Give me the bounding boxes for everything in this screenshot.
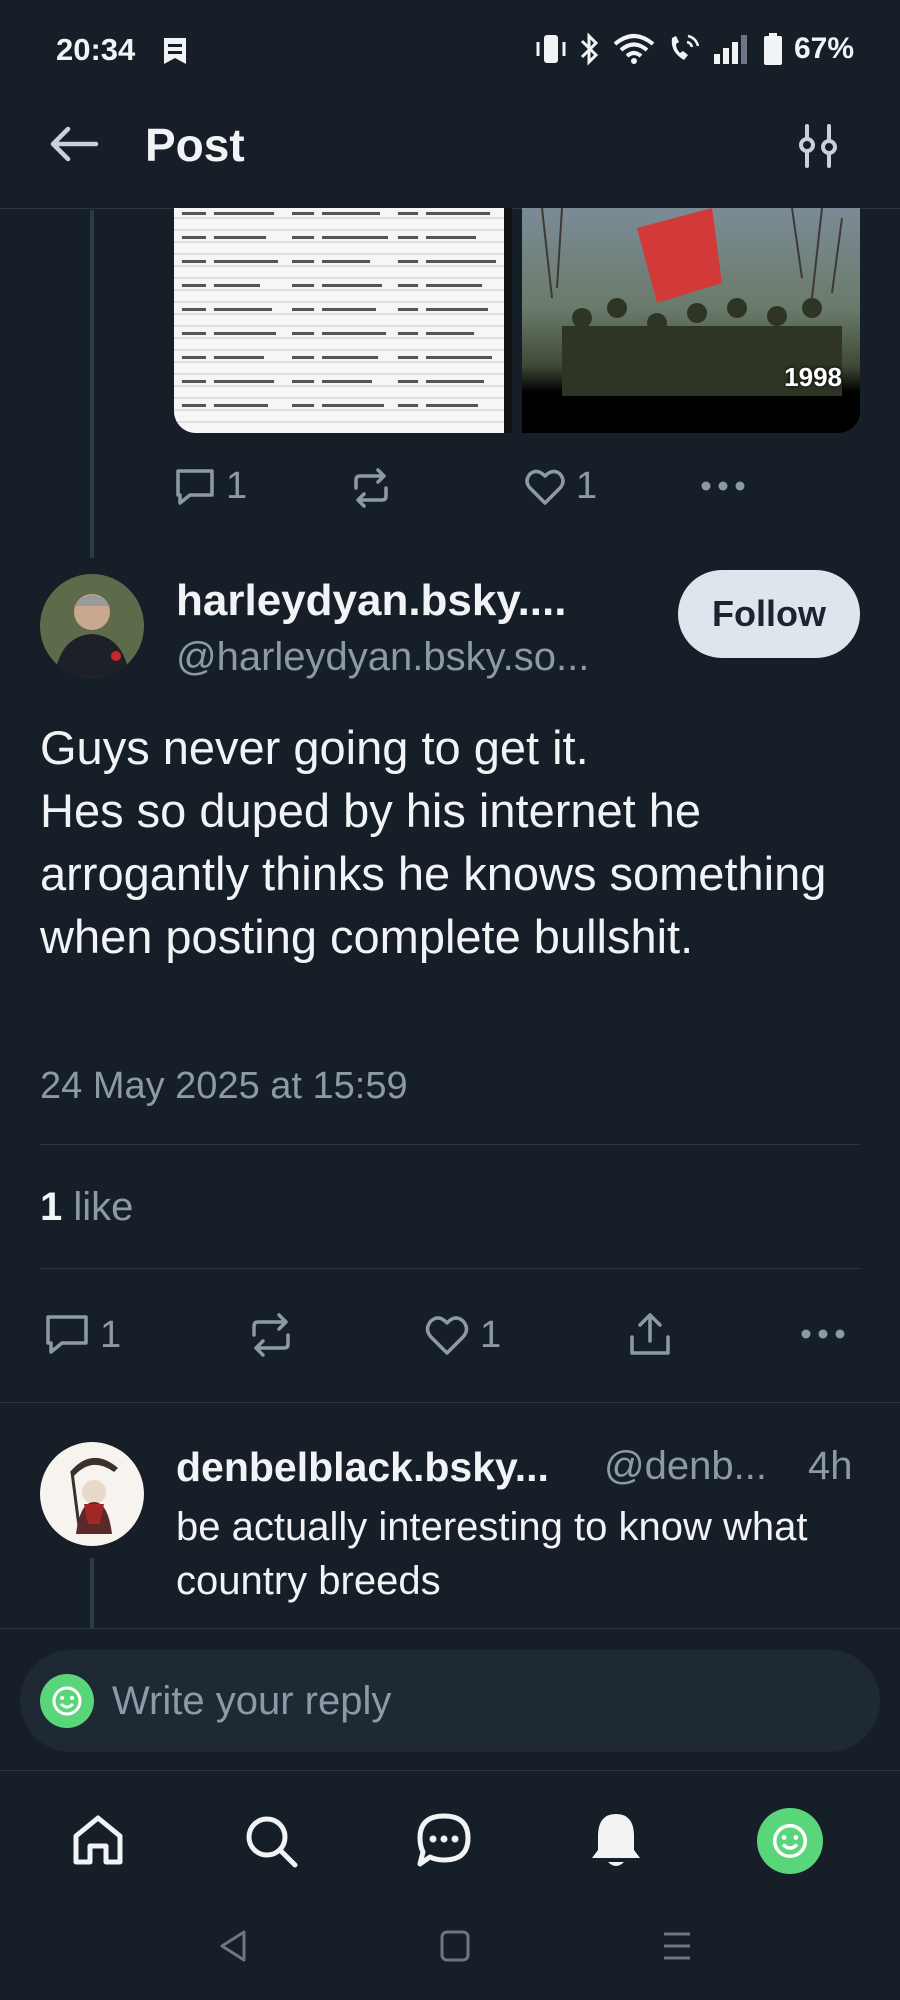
page-title: Post [145,119,245,171]
repost-icon[interactable] [350,468,392,508]
user-avatar-icon [40,1674,94,1728]
author-avatar[interactable] [40,574,144,678]
battery-percent: 67% [793,32,854,65]
sliders-icon[interactable] [796,122,840,170]
bluetooth-icon [580,32,599,66]
notification-icon [164,38,186,64]
like-count: 1 [480,1313,502,1356]
signal-icon [713,35,747,64]
reply-author-display-name[interactable]: denbelblack.bsky... [176,1444,549,1491]
repost-icon[interactable] [248,1313,294,1357]
reply-author-handle[interactable]: @denb... [604,1444,767,1489]
photo-year-label: 1998 [784,362,842,392]
prev-like-count: 1 [576,465,598,507]
more-options-icon[interactable] [700,480,746,492]
profile-icon[interactable] [757,1808,823,1874]
reply-input[interactable]: Write your reply [20,1650,880,1752]
thread-line [90,210,94,558]
likes-word: like [73,1185,134,1229]
home-icon[interactable] [70,1812,126,1868]
status-icons: 67% [534,32,854,66]
group-photo-image[interactable]: 1998 [522,208,860,433]
vibrate-icon [536,35,566,63]
document-image[interactable] [174,208,512,433]
status-time: 20:34 [56,32,136,67]
likes-number: 1 [40,1185,63,1229]
post-text: Guys never going to get it. Hes so duped… [40,716,860,968]
reply-count: 1 [100,1313,122,1356]
thread-line [90,1558,94,1628]
chat-icon[interactable] [414,1810,474,1870]
author-handle[interactable]: @harleydyan.bsky.so... [176,635,589,680]
post-text-content: Guys never going to get it. Hes so duped… [40,721,827,963]
wifi-icon [613,34,655,64]
avatar-image [40,1442,144,1546]
divider [40,1268,860,1269]
like-button[interactable]: 1 [424,1313,501,1357]
follow-button[interactable]: Follow [678,570,860,658]
prev-like-button[interactable]: 1 [524,465,597,508]
back-arrow-icon[interactable] [48,124,100,164]
header [0,100,900,209]
system-home-icon[interactable] [438,1928,472,1964]
more-options-icon[interactable] [800,1328,846,1340]
likes-summary[interactable]: 1 like [40,1185,133,1230]
reply-icon [176,468,214,505]
document-table-lines [174,208,512,433]
prev-reply-count: 1 [226,465,248,507]
smiley-icon [772,1823,808,1859]
system-back-icon[interactable] [216,1928,250,1964]
post-date: 24 May 2025 at 15:59 [40,1065,408,1107]
reply-placeholder: Write your reply [112,1678,392,1723]
heart-icon [525,469,565,505]
author-display-name[interactable]: harleydyan.bsky.... [176,576,566,626]
share-icon[interactable] [628,1311,672,1357]
avatar-image [40,574,144,678]
reply-text[interactable]: be actually interesting to know what cou… [176,1500,876,1608]
reply-icon [46,1315,88,1354]
divider [40,1144,860,1145]
system-recents-icon[interactable] [660,1928,694,1964]
heart-icon [425,1316,469,1355]
reply-button[interactable]: 1 [44,1313,121,1357]
prev-reply-button[interactable]: 1 [174,465,247,508]
notifications-icon[interactable] [588,1810,644,1870]
reply-author-avatar[interactable] [40,1442,144,1546]
photo-scene [522,208,860,433]
reply-time: 4h [808,1444,853,1488]
battery-icon [763,33,782,65]
smiley-icon [52,1686,82,1716]
call-icon [671,34,700,60]
section-divider [0,1402,900,1403]
search-icon[interactable] [242,1812,300,1870]
